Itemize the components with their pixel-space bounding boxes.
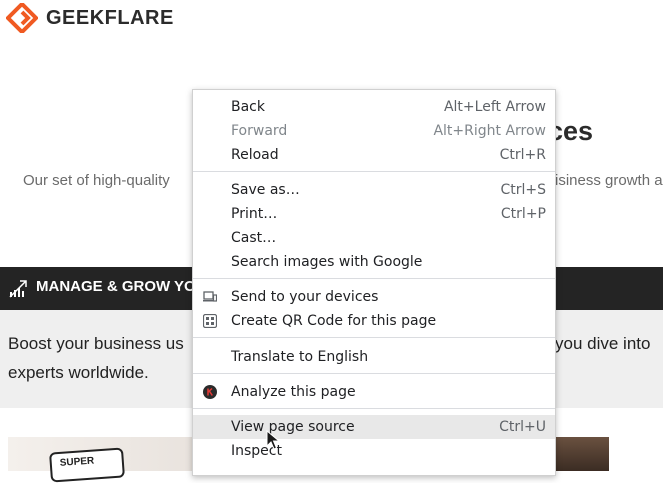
context-menu: Back Alt+Left Arrow Forward Alt+Right Ar… — [192, 89, 556, 476]
menu-item-label: Translate to English — [231, 349, 369, 365]
geekflare-logo[interactable]: GEEKFLARE — [6, 3, 174, 33]
menu-item-inspect[interactable]: Inspect — [193, 439, 555, 463]
geekflare-logo-icon — [6, 3, 38, 33]
menu-item-print[interactable]: Print… Ctrl+P — [193, 202, 555, 226]
menu-item-label: Create QR Code for this page — [231, 313, 437, 329]
section-header-text: MANAGE & GROW YO — [36, 278, 196, 295]
growth-chart-icon — [9, 280, 27, 298]
menu-item-label: Send to your devices — [231, 289, 379, 305]
menu-item-label: Cast… — [231, 230, 277, 246]
menu-item-label: Print… — [231, 206, 278, 222]
menu-item-shortcut: Ctrl+S — [500, 182, 546, 198]
menu-item-forward[interactable]: Forward Alt+Right Arrow — [193, 119, 555, 143]
menu-item-shortcut: Alt+Right Arrow — [433, 123, 546, 139]
menu-item-label: Analyze this page — [231, 384, 356, 400]
feature-image-right — [555, 437, 609, 471]
menu-separator — [193, 408, 555, 409]
menu-item-label: Forward — [231, 123, 288, 139]
qr-code-icon — [203, 314, 217, 328]
menu-item-shortcut: Alt+Left Arrow — [443, 99, 546, 115]
menu-separator — [193, 337, 555, 338]
menu-item-shortcut: Ctrl+P — [500, 206, 546, 222]
menu-item-label: Save as… — [231, 182, 300, 198]
menu-item-shortcut: Ctrl+U — [499, 419, 546, 435]
hero-subtitle-left: Our set of high-quality — [23, 172, 170, 189]
menu-item-label: Back — [231, 99, 265, 115]
section-intro-text-left: Boost your business us — [8, 334, 184, 353]
hero-subtitle-right: isiness growth a — [555, 172, 663, 189]
menu-item-back[interactable]: Back Alt+Left Arrow — [193, 95, 555, 119]
menu-item-shortcut: Ctrl+R — [499, 147, 546, 163]
menu-item-search-images[interactable]: Search images with Google — [193, 250, 555, 274]
menu-item-label: View page source — [231, 419, 355, 435]
menu-separator — [193, 278, 555, 279]
menu-item-translate[interactable]: Translate to English — [193, 345, 555, 369]
mouse-pointer-icon — [266, 430, 280, 450]
badge-text: SUPER — [59, 455, 95, 469]
menu-item-cast[interactable]: Cast… — [193, 226, 555, 250]
menu-item-label: Reload — [231, 147, 279, 163]
section-intro-text-line2: experts worldwide. — [8, 363, 149, 382]
super-badge-image: SUPER — [49, 447, 125, 483]
menu-item-analyze-page[interactable]: Analyze this page — [193, 380, 555, 404]
menu-separator — [193, 373, 555, 374]
menu-item-view-page-source[interactable]: View page source Ctrl+U — [193, 415, 555, 439]
section-intro-text-right: you dive into — [555, 334, 651, 353]
menu-item-create-qr-code[interactable]: Create QR Code for this page — [193, 309, 555, 333]
menu-separator — [193, 171, 555, 172]
menu-item-reload[interactable]: Reload Ctrl+R — [193, 143, 555, 167]
menu-item-send-to-devices[interactable]: Send to your devices — [193, 285, 555, 309]
logo-text: GEEKFLARE — [46, 6, 174, 29]
extension-k-icon — [203, 385, 217, 399]
menu-item-save-as[interactable]: Save as… Ctrl+S — [193, 178, 555, 202]
menu-item-label: Search images with Google — [231, 254, 423, 270]
devices-icon — [203, 291, 217, 302]
